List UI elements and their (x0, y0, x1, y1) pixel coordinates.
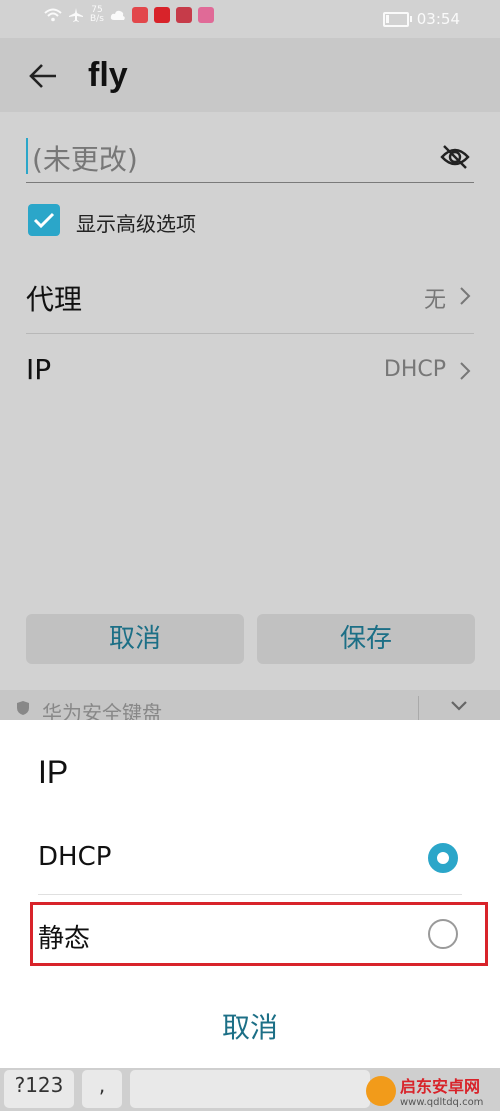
hide-password-icon[interactable] (440, 144, 470, 170)
chevron-right-icon (460, 362, 471, 380)
proxy-label: 代理 (26, 283, 83, 316)
divider (26, 333, 474, 334)
proxy-row[interactable]: 代理 无 (26, 260, 474, 334)
cancel-button[interactable]: 取消 (26, 614, 244, 664)
key-space[interactable] (130, 1070, 370, 1108)
proxy-value: 无 (423, 288, 446, 313)
watermark-logo (366, 1075, 396, 1106)
advanced-options-checkbox[interactable] (28, 204, 60, 236)
password-placeholder: (未更改) (32, 143, 138, 176)
advanced-options-label: 显示高级选项 (76, 212, 196, 236)
tmall-icon (153, 7, 170, 23)
app-bar: fly (0, 38, 500, 112)
radio-selected-icon[interactable] (428, 843, 458, 873)
ip-dialog: IP DHCP 静态 取消 (0, 720, 500, 1068)
ip-row[interactable]: IP DHCP (26, 335, 474, 409)
check-icon (33, 212, 55, 229)
dialog-title: IP (38, 754, 69, 790)
shield-icon (17, 701, 29, 715)
back-arrow-icon[interactable] (28, 60, 60, 92)
ip-value: DHCP (383, 357, 446, 382)
app-notification-icon (197, 7, 214, 23)
watermark-url: www.qdltdq.com (400, 1097, 484, 1108)
watermark: 启东安卓网 www.qdltdq.com (366, 1070, 496, 1111)
cloud-icon (110, 10, 125, 20)
ip-label: IP (26, 353, 52, 386)
text-cursor (26, 138, 28, 174)
key-numbers[interactable]: ?123 (4, 1070, 74, 1108)
keyboard-title-bar: 华为安全键盘 (0, 690, 500, 725)
chevron-right-icon (460, 287, 471, 305)
option-dhcp[interactable]: DHCP (38, 824, 462, 894)
app-notification-icon (131, 7, 148, 23)
page-title: fly (88, 56, 128, 94)
password-field[interactable]: (未更改) (26, 132, 474, 183)
dialog-cancel-button[interactable]: 取消 (0, 1006, 500, 1046)
option-label: DHCP (38, 842, 112, 872)
status-bar: 75 B/s 03:54 (0, 0, 500, 38)
airplane-icon (69, 8, 83, 22)
watermark-name: 启东安卓网 (400, 1077, 481, 1096)
divider (38, 894, 462, 895)
save-button[interactable]: 保存 (257, 614, 475, 664)
wifi-icon (44, 8, 62, 22)
divider (418, 696, 419, 720)
battery-icon (382, 11, 412, 27)
clock: 03:54 (416, 10, 460, 28)
network-speed: 75 B/s (90, 5, 104, 24)
app-notification-icon (175, 7, 192, 23)
annotation-highlight-box (30, 902, 488, 966)
chevron-down-icon[interactable] (450, 700, 468, 712)
key-comma[interactable]: , (82, 1070, 122, 1108)
